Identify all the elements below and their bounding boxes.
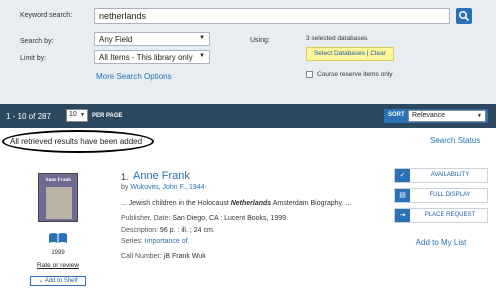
result-snippet: ... Jewish children in the Holocaust Net… [121, 200, 351, 207]
availability-label: AVAILABILITY [430, 172, 470, 178]
chevron-down-icon: ▼ [80, 112, 85, 118]
series-row: Series: Importance of. [121, 238, 190, 245]
keyword-search-label: Keyword search: [20, 12, 73, 19]
search-panel: Keyword search: netherlands Search by: A… [0, 0, 496, 104]
availability-button[interactable]: ✓ AVAILABILITY [394, 168, 488, 183]
search-icon [459, 11, 469, 21]
course-reserve-label: Course reserve items only [317, 71, 393, 78]
publisher-row: Publisher, Date: San Diego, CA : Lucent … [121, 215, 288, 222]
results-bar: 1 - 10 of 287 10 ▼ PER PAGE SORT Relevan… [0, 104, 496, 128]
per-page-select[interactable]: 10 ▼ [66, 109, 88, 122]
place-request-label: PLACE REQUEST [424, 212, 476, 218]
place-request-button[interactable]: ⇥ PLACE REQUEST [394, 208, 488, 223]
database-selector-box: Select Databases | Clear [306, 47, 394, 61]
publication-year: 1999 [51, 250, 65, 256]
request-icon: ⇥ [395, 209, 410, 222]
result-actions: ✓ AVAILABILITY ▤ FULL DISPLAY ⇥ PLACE RE… [394, 168, 488, 228]
book-format-icon [49, 233, 67, 243]
description-row: Description: 96 p. : ill. ; 24 cm. [121, 227, 215, 234]
chevron-down-icon: ▼ [199, 53, 205, 59]
call-number-value: jB Frank Wuk [163, 253, 206, 260]
cover-title-text: Anne Frank [45, 178, 71, 183]
search-by-label: Search by: [20, 38, 54, 45]
description-value: 96 p. : ill. ; 24 cm. [159, 227, 215, 234]
cover-photo [46, 187, 72, 219]
by-label: by [121, 184, 129, 191]
series-label: Series: [121, 238, 143, 245]
snippet-pre: ... Jewish children in the Holocaust [121, 200, 231, 207]
sort-control: SORT Relevance ▼ [384, 109, 488, 123]
series-link[interactable]: Importance of. [145, 238, 190, 245]
search-by-select[interactable]: Any Field ▼ [94, 32, 210, 46]
publisher-value: San Diego, CA : Lucent Books, 1999. [172, 215, 288, 222]
publisher-label: Publisher, Date: [121, 215, 171, 222]
rate-or-review-link[interactable]: Rate or review [30, 262, 86, 269]
full-display-label: FULL DISPLAY [429, 192, 471, 198]
per-page-label: PER PAGE [92, 113, 123, 119]
add-to-shelf-label: Add to Shelf [44, 278, 78, 284]
limit-by-select[interactable]: All Items - This library only ▼ [94, 50, 210, 64]
chevron-down-icon: ▼ [199, 35, 205, 41]
results-added-notice: All retrieved results have been added [10, 137, 143, 146]
more-search-options-link[interactable]: More Search Options [96, 72, 172, 81]
result-author-line: by Wukovits, John F., 1944- [121, 184, 207, 191]
limit-by-value: All Items - This library only [99, 53, 193, 62]
description-label: Description: [121, 227, 158, 234]
chevron-down-icon: ▼ [477, 113, 482, 119]
check-icon: ✓ [395, 169, 410, 182]
limit-by-label: Limit by: [20, 55, 47, 62]
search-status-link[interactable]: Search Status [430, 136, 480, 145]
db-link-separator: | [366, 50, 369, 57]
result-title-link[interactable]: Anne Frank [133, 170, 190, 182]
search-button[interactable] [456, 8, 472, 24]
full-display-button[interactable]: ▤ FULL DISPLAY [394, 188, 488, 203]
clear-databases-link[interactable]: Clear [370, 50, 386, 57]
result-author-link[interactable]: Wukovits, John F., 1944- [130, 184, 207, 191]
sort-select[interactable]: Relevance ▼ [408, 110, 486, 122]
keyword-search-input[interactable]: netherlands [94, 8, 450, 24]
select-databases-link[interactable]: Select Databases [314, 50, 365, 57]
add-to-shelf-button[interactable]: ⌄ Add to Shelf [30, 276, 86, 286]
results-range: 1 - 10 of 287 [6, 112, 51, 121]
snippet-highlight: Netherlands [230, 200, 272, 207]
add-to-my-list-link[interactable]: Add to My List [394, 238, 488, 247]
document-icon: ▤ [395, 189, 410, 202]
sort-value: Relevance [412, 112, 446, 119]
snippet-post: Amsterdam Biography. ... [271, 200, 352, 207]
book-cover-image[interactable]: Anne Frank [38, 173, 78, 222]
per-page-value: 10 [69, 111, 77, 118]
chevron-down-icon: ⌄ [38, 278, 44, 284]
call-number-row: Call Number: jB Frank Wuk [121, 253, 206, 260]
using-label: Using: [250, 37, 270, 44]
call-number-label: Call Number: [121, 253, 162, 260]
course-reserve-checkbox[interactable] [306, 71, 313, 78]
selected-databases-count: 3 selected databases [306, 35, 368, 42]
result-number: 1. [121, 172, 129, 182]
sort-label: SORT [388, 112, 405, 118]
search-by-value: Any Field [99, 35, 133, 44]
